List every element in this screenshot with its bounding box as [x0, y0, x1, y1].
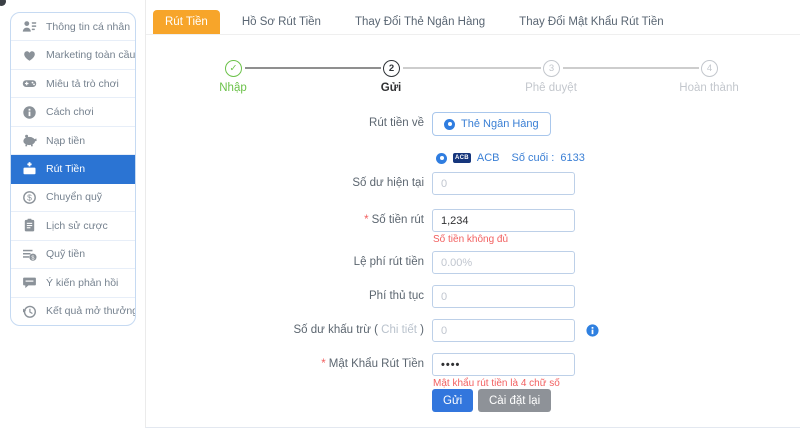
- required-marker: *: [364, 214, 368, 226]
- acb-bank-logo: ACB: [453, 153, 471, 163]
- withdraw-password-row: *Mật Khẩu Rút Tiền Mật khẩu rút tiền là …: [146, 353, 800, 377]
- sidebar-item-feedback[interactable]: Ý kiến phản hồi: [11, 269, 135, 297]
- sidebar-item-bet-history[interactable]: Lịch sử cược: [11, 212, 135, 240]
- step-label-input: Nhập: [173, 82, 293, 94]
- tab-change-bank-card[interactable]: Thay Đổi Thẻ Ngân Hàng: [343, 10, 497, 34]
- main-panel: Rút Tiền Hồ Sơ Rút Tiền Thay Đổi Thẻ Ngâ…: [145, 0, 800, 428]
- withdraw-fee-input[interactable]: [432, 251, 575, 274]
- sidebar-item-game-description[interactable]: Miêu tả trò chơi: [11, 70, 135, 98]
- step-label-approve: Phê duyệt: [491, 82, 611, 94]
- sidebar-menu: Thông tin cá nhân Marketing toàn cầu Miê…: [10, 12, 136, 326]
- sidebar-item-label: Miêu tả trò chơi: [46, 78, 119, 90]
- withdraw-amount-input[interactable]: [432, 209, 575, 232]
- password-hint-text: Mật khẩu rút tiền là 4 chữ số: [433, 378, 560, 389]
- dollar-circle-icon: $: [22, 190, 37, 205]
- funds-list-icon: $: [22, 247, 37, 262]
- sidebar-item-fund-transfer[interactable]: $ Chuyển quỹ: [11, 184, 135, 212]
- required-marker: *: [321, 358, 325, 370]
- tab-withdraw-records[interactable]: Hồ Sơ Rút Tiền: [230, 10, 333, 34]
- sidebar-item-label: Marketing toàn cầu: [46, 49, 135, 61]
- gamepad-icon: [22, 76, 37, 91]
- withdraw-fee-row: Lệ phí rút tiền: [146, 251, 800, 275]
- sidebar-item-global-marketing[interactable]: Marketing toàn cầu: [11, 41, 135, 69]
- withdraw-password-label: *Mật Khẩu Rút Tiền: [146, 358, 424, 370]
- withdraw-amount-label: *Số tiền rút: [146, 214, 424, 226]
- radio-selected-icon: [444, 119, 455, 130]
- deducted-balance-row: Số dư khấu trừ ( Chi tiết ): [146, 319, 800, 343]
- form-actions-row: Gửi Cài đặt lại: [146, 389, 800, 413]
- current-balance-label: Số dư hiện tại: [146, 177, 424, 189]
- step-connector: [403, 67, 541, 69]
- svg-text:$: $: [27, 193, 32, 203]
- svg-text:$: $: [31, 255, 34, 261]
- handling-fee-row: Phí thủ tục: [146, 285, 800, 309]
- step-connector: [563, 67, 699, 69]
- withdraw-amount-row: *Số tiền rút Số tiền không đủ: [146, 209, 800, 233]
- selected-bank-row: ACB ACB Số cuối : 6133: [146, 146, 800, 170]
- handling-fee-input[interactable]: [432, 285, 575, 308]
- details-link[interactable]: Chi tiết: [381, 324, 417, 336]
- tab-bar: Rút Tiền Hồ Sơ Rút Tiền Thay Đổi Thẻ Ngâ…: [146, 0, 800, 35]
- user-card-icon: [22, 19, 37, 34]
- step-connector: [245, 67, 381, 69]
- info-circle-icon: [22, 105, 37, 120]
- clipboard-icon: [22, 218, 37, 233]
- step-label-send: Gửi: [331, 82, 451, 94]
- sidebar-item-label: Nạp tiền: [46, 135, 85, 147]
- sidebar-item-lottery-results[interactable]: Kết quả mở thưởng: [11, 298, 135, 325]
- heart-icon: [22, 48, 37, 63]
- withdraw-box-icon: [22, 161, 37, 176]
- sidebar-item-label: Ý kiến phản hồi: [46, 277, 118, 289]
- bank-card-option-label: Thẻ Ngân Hàng: [461, 118, 539, 130]
- step-circle-pending: 4: [701, 60, 718, 77]
- withdraw-fee-label: Lệ phí rút tiền: [146, 256, 424, 268]
- step-circle-current: 2: [383, 60, 400, 77]
- bank-card-option-button[interactable]: Thẻ Ngân Hàng: [432, 112, 551, 136]
- amount-error-text: Số tiền không đủ: [433, 234, 508, 245]
- sidebar-item-label: Cách chơi: [46, 106, 94, 118]
- withdraw-password-input[interactable]: [432, 353, 575, 376]
- withdraw-to-label: Rút tiền về: [146, 117, 424, 129]
- sidebar-item-label: Chuyển quỹ: [46, 191, 102, 203]
- handling-fee-label: Phí thủ tục: [146, 290, 424, 302]
- tab-change-withdraw-password[interactable]: Thay Đổi Mật Khẩu Rút Tiền: [507, 10, 675, 34]
- current-balance-input[interactable]: [432, 172, 575, 195]
- last-digits-value: 6133: [560, 152, 584, 164]
- step-label-complete: Hoàn thành: [649, 82, 769, 94]
- sidebar-item-label: Lịch sử cược: [46, 220, 108, 232]
- sidebar-item-how-to-play[interactable]: Cách chơi: [11, 98, 135, 126]
- step-circle-done-icon: ✓: [225, 60, 242, 77]
- sidebar-item-label: Rút Tiền: [46, 163, 85, 175]
- corner-artifact: [0, 0, 6, 6]
- sidebar-item-label: Thông tin cá nhân: [46, 21, 130, 33]
- tab-withdraw[interactable]: Rút Tiền: [153, 10, 220, 34]
- sidebar-item-deposit[interactable]: Nạp tiền: [11, 127, 135, 155]
- sidebar-item-label: Kết quả mở thưởng: [46, 305, 136, 317]
- radio-selected-icon: [436, 153, 447, 164]
- current-balance-row: Số dư hiện tại: [146, 172, 800, 196]
- sidebar-item-label: Quỹ tiền: [46, 248, 85, 260]
- deducted-balance-input[interactable]: [432, 319, 575, 342]
- bank-name: ACB: [477, 152, 500, 164]
- history-clock-icon: [22, 304, 37, 319]
- piggy-bank-icon: [22, 133, 37, 148]
- sidebar-item-withdraw[interactable]: Rút Tiền: [11, 155, 135, 183]
- deducted-balance-label: Số dư khấu trừ ( Chi tiết ): [146, 324, 424, 336]
- chat-bubble-icon: [22, 275, 37, 290]
- step-circle-pending: 3: [543, 60, 560, 77]
- info-icon[interactable]: [586, 324, 599, 337]
- withdraw-to-row: Rút tiền về Thẻ Ngân Hàng: [146, 112, 800, 136]
- sidebar-item-personal-info[interactable]: Thông tin cá nhân: [11, 13, 135, 41]
- submit-button[interactable]: Gửi: [432, 389, 473, 412]
- bank-account-radio-row[interactable]: ACB ACB Số cuối : 6133: [436, 146, 585, 170]
- reset-button[interactable]: Cài đặt lại: [478, 389, 551, 412]
- last-digits-label: Số cuối :: [512, 152, 555, 164]
- sidebar-item-money-fund[interactable]: $ Quỹ tiền: [11, 241, 135, 269]
